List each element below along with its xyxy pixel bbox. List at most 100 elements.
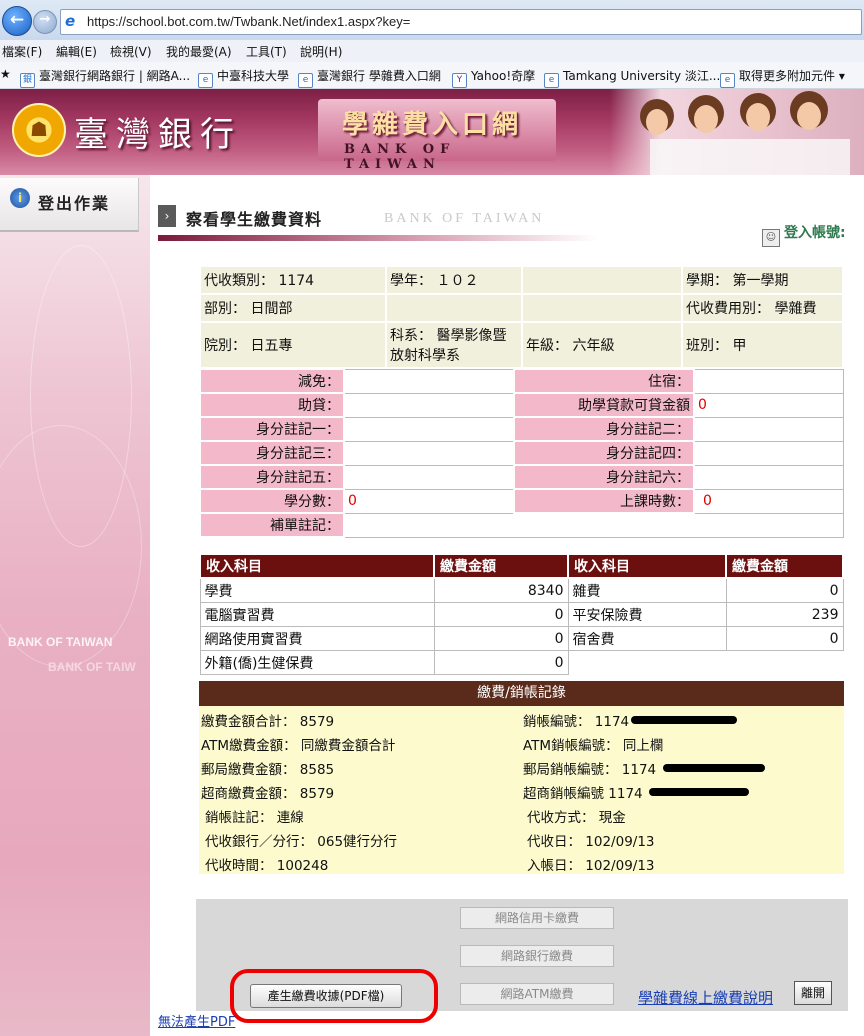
bank-name: 臺灣銀行	[74, 115, 242, 155]
ie-page-icon: e	[198, 73, 213, 88]
fee-use: 代收費用別： 學雜費	[681, 293, 844, 323]
heading-watermark: BANK OF TAIWAN	[384, 211, 545, 226]
menu-tools[interactable]: 工具(T)	[246, 43, 287, 60]
supplement-note-label: 補單註記：	[199, 512, 345, 538]
fee-amount: 0	[433, 602, 569, 627]
portal-title-box: 學雜費入口網 BANK OF TAIWAN	[318, 99, 556, 172]
fee-item: 網路使用實習費	[199, 626, 435, 651]
browser-toolbar: ← → e https://school.bot.com.tw/Twbank.N…	[0, 0, 864, 40]
payment-help-link[interactable]: 學雜費線上繳費說明	[638, 987, 773, 1008]
menu-bar: 檔案(F) 編輯(E) 檢視(V) 我的最愛(A) 工具(T) 說明(H)	[0, 40, 864, 63]
loan-amount-label: 助學貸款可貸金額	[513, 392, 695, 418]
ie-page-icon: e	[544, 73, 559, 88]
login-account-label: 登入帳號:	[784, 225, 846, 241]
fee-amount: 8340	[433, 577, 569, 603]
collect-type: 代收類別： 1174	[199, 265, 387, 295]
leave-button[interactable]: 離開	[794, 981, 832, 1005]
fee-header-item: 收入科目	[199, 553, 435, 579]
menu-favorites[interactable]: 我的最愛(A)	[166, 43, 232, 60]
sidebar-watermark-2: BANK OF TAIW	[48, 660, 136, 674]
store-account: 超商銷帳編號 1174	[523, 786, 643, 802]
menu-help[interactable]: 說明(H)	[300, 43, 342, 60]
site-banner: ☗ 臺灣銀行 學雜費入口網 BANK OF TAIWAN	[0, 89, 864, 175]
student-detail-table: 減免： 住宿： 助貸： 助學貸款可貸金額 0 身分註記一： 身分註記二： 身分註…	[199, 368, 844, 538]
heading-underline	[158, 235, 598, 241]
chevron-right-icon: ›	[158, 205, 176, 227]
collect-bank: 代收銀行／分行： 065健行分行	[205, 834, 398, 850]
collect-time: 代收時間： 100248	[205, 858, 329, 874]
post-amount: 郵局繳費金額： 8585	[201, 762, 335, 778]
credit-card-pay-button[interactable]: 網路信用卡繳費	[460, 907, 614, 929]
sidebar-watermark: BANK OF TAIWAN	[8, 635, 113, 649]
cant-generate-pdf-link[interactable]: 無法產生PDF	[158, 1011, 235, 1030]
table-row: 電腦實習費 0 平安保險費 239	[199, 602, 844, 627]
user-icon: ☺	[762, 229, 780, 247]
back-button[interactable]: ←	[2, 6, 32, 36]
lodging-label: 住宿：	[513, 368, 695, 394]
ie-logo-icon: e	[65, 12, 76, 30]
portal-subtitle: BANK OF TAIWAN	[344, 142, 456, 172]
class: 班別： 甲	[681, 321, 844, 369]
table-row: 網路使用實習費 0 宿舍費 0	[199, 626, 844, 651]
fee-item: 外籍(僑)生健保費	[199, 650, 435, 675]
id-note-5-label: 身分註記五：	[199, 464, 345, 490]
fav-link-yahoo[interactable]: Y Yahoo!奇摩	[452, 67, 535, 88]
address-url[interactable]: https://school.bot.com.tw/Twbank.Net/ind…	[87, 14, 410, 29]
college: 院別： 日五專	[199, 321, 387, 369]
atm-pay-button[interactable]: 網路ATM繳費	[460, 983, 614, 1005]
fee-item: 宿舍費	[567, 626, 727, 651]
account-no: 銷帳編號： 1174	[523, 714, 630, 730]
redaction-mark	[649, 788, 749, 796]
yahoo-icon: Y	[452, 73, 467, 88]
arrow-left-icon: ←	[9, 10, 25, 30]
id-note-4-label: 身分註記四：	[513, 440, 695, 466]
fee-table: 收入科目 繳費金額 收入科目 繳費金額 學費 8340 雜費 0 電腦實習費 0…	[199, 553, 844, 675]
deposit-date: 入帳日： 102/09/13	[527, 858, 655, 874]
fav-link-ctust[interactable]: e 中臺科技大學	[198, 67, 289, 88]
credits-value: 0	[343, 488, 515, 514]
fav-link-bot-netbank[interactable]: 銀臺灣銀行網路銀行 | 網路A...	[20, 67, 190, 88]
fee-header-amount: 繳費金額	[433, 553, 569, 579]
id-note-2-label: 身分註記二：	[513, 416, 695, 442]
fav-link-tamkang[interactable]: e Tamkang University 淡江...	[544, 67, 720, 88]
fee-amount: 0	[433, 626, 569, 651]
fav-link-bot-portal[interactable]: e 臺灣銀行 學雜費入口網	[298, 67, 441, 88]
loan-label: 助貸：	[199, 392, 345, 418]
atm-account: ATM銷帳編號： 同上欄	[523, 738, 664, 754]
favorites-star-icon[interactable]: ★	[0, 67, 11, 81]
students-photo	[610, 89, 864, 175]
menu-view[interactable]: 檢視(V)	[110, 43, 152, 60]
menu-edit[interactable]: 編輯(E)	[56, 43, 97, 60]
logout-tab[interactable]: i 登出作業	[0, 178, 139, 232]
fee-item: 電腦實習費	[199, 602, 435, 627]
bank-logo-icon: ☗	[12, 103, 66, 157]
fav-link-addons[interactable]: e 取得更多附加元件 ▾	[720, 67, 845, 88]
main-content: › 察看學生繳費資料 BANK OF TAIWAN ☺ 登入帳號: 代收類別： 1…	[150, 175, 864, 1036]
payment-record-header: 繳費/銷帳記錄	[199, 681, 844, 706]
fee-amount: 0	[433, 650, 569, 675]
fee-item: 雜費	[567, 577, 727, 603]
id-note-1-label: 身分註記一：	[199, 416, 345, 442]
forward-button[interactable]: →	[33, 10, 57, 34]
generate-pdf-receipt-button[interactable]: 產生繳費收據(PDF檔)	[250, 984, 402, 1008]
login-account: ☺ 登入帳號:	[762, 222, 846, 247]
student-info-table: 代收類別： 1174 學年： １０２ 學期： 第一學期 部別： 日間部 代收費用…	[199, 265, 844, 369]
fee-header-item: 收入科目	[567, 553, 727, 579]
id-note-3-label: 身分註記三：	[199, 440, 345, 466]
bot-favicon-icon: 銀	[20, 73, 35, 88]
class-hours-value: 0	[693, 488, 844, 514]
arrow-right-icon: →	[39, 12, 51, 27]
address-bar[interactable]: e https://school.bot.com.tw/Twbank.Net/i…	[60, 9, 862, 35]
fee-item: 平安保險費	[567, 602, 727, 627]
store-amount: 超商繳費金額： 8579	[201, 786, 335, 802]
fee-header-amount: 繳費金額	[725, 553, 844, 579]
page-heading: › 察看學生繳費資料 BANK OF TAIWAN	[158, 205, 598, 243]
left-sidebar: i 登出作業 BANK OF TAIWAN BANK OF TAIW	[0, 175, 150, 1036]
menu-file[interactable]: 檔案(F)	[2, 43, 42, 60]
ie-page-icon: e	[298, 73, 313, 88]
post-account: 郵局銷帳編號： 1174	[523, 762, 657, 778]
collect-date: 代收日： 102/09/13	[527, 834, 655, 850]
table-row: 學費 8340 雜費 0	[199, 577, 844, 603]
netbank-pay-button[interactable]: 網路銀行繳費	[460, 945, 614, 967]
logout-icon: i	[10, 188, 30, 208]
